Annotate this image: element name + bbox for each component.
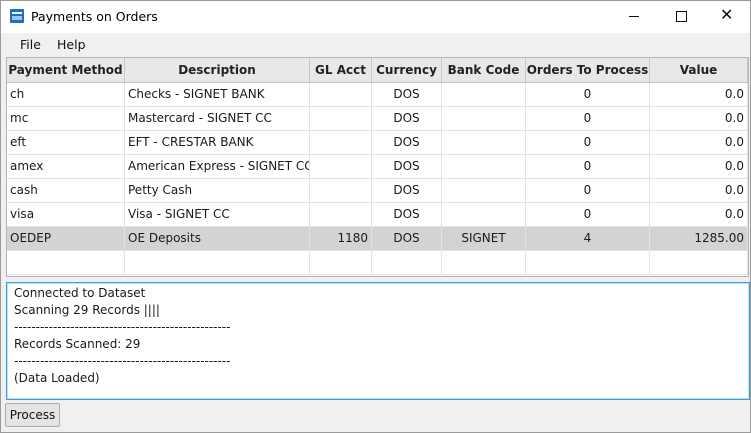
cell-orders-to-process: 0 xyxy=(526,107,650,130)
cell-currency: DOS xyxy=(372,107,442,130)
cell-payment-method: eft xyxy=(7,131,125,154)
table-row[interactable]: mc Mastercard - SIGNET CC DOS 0 0.0 xyxy=(7,107,748,131)
column-header-currency[interactable]: Currency xyxy=(372,58,442,82)
cell-currency: DOS xyxy=(372,155,442,178)
cell-currency: DOS xyxy=(372,179,442,202)
process-button[interactable]: Process xyxy=(5,403,60,427)
cell-gl-acct xyxy=(310,251,372,274)
cell-bank-code xyxy=(442,155,526,178)
cell-gl-acct xyxy=(310,83,372,106)
column-header-bank-code[interactable]: Bank Code xyxy=(442,58,526,82)
cell-description: Petty Cash xyxy=(125,179,310,202)
cell-value: 0.0 xyxy=(650,179,748,202)
cell-description: Visa - SIGNET CC xyxy=(125,203,310,226)
cell-value xyxy=(650,251,748,274)
cell-description: OE Deposits xyxy=(125,227,310,250)
cell-orders-to-process: 0 xyxy=(526,155,650,178)
cell-bank-code: SIGNET xyxy=(442,227,526,250)
cell-gl-acct xyxy=(310,155,372,178)
cell-payment-method: amex xyxy=(7,155,125,178)
cell-payment-method: OEDEP xyxy=(7,227,125,250)
cell-orders-to-process: 0 xyxy=(526,131,650,154)
log-line: ----------------------------------------… xyxy=(14,354,231,368)
cell-bank-code xyxy=(442,179,526,202)
window-title: Payments on Orders xyxy=(31,9,158,24)
cell-orders-to-process: 4 xyxy=(526,227,650,250)
log-line: (Data Loaded) xyxy=(14,371,100,385)
cell-orders-to-process: 0 xyxy=(526,83,650,106)
cell-bank-code xyxy=(442,107,526,130)
cell-gl-acct: 1180 xyxy=(310,227,372,250)
cell-bank-code xyxy=(442,203,526,226)
status-log[interactable]: Connected to Dataset Scanning 29 Records … xyxy=(6,282,750,400)
cell-currency: DOS xyxy=(372,131,442,154)
close-icon: ✕ xyxy=(720,5,734,24)
cell-currency xyxy=(372,251,442,274)
cell-bank-code xyxy=(442,251,526,274)
log-line: Connected to Dataset xyxy=(14,286,146,300)
menu-file[interactable]: File xyxy=(20,37,41,52)
cell-bank-code xyxy=(442,131,526,154)
column-header-value[interactable]: Value xyxy=(650,58,748,82)
cell-value: 0.0 xyxy=(650,203,748,226)
table-row[interactable] xyxy=(7,251,748,275)
cell-description: EFT - CRESTAR BANK xyxy=(125,131,310,154)
cell-payment-method: cash xyxy=(7,179,125,202)
table-row[interactable]: OEDEP OE Deposits 1180 DOS SIGNET 4 1285.00 xyxy=(7,227,748,251)
minimize-button[interactable] xyxy=(611,1,657,33)
cell-payment-method xyxy=(7,251,125,274)
payments-table: Payment Method Description GL Acct Curre… xyxy=(6,57,749,277)
maximize-icon xyxy=(676,11,687,22)
cell-description: Mastercard - SIGNET CC xyxy=(125,107,310,130)
cell-value: 1285.00 xyxy=(650,227,748,250)
title-bar: Payments on Orders ✕ xyxy=(1,1,750,33)
cell-payment-method: visa xyxy=(7,203,125,226)
table-row[interactable]: eft EFT - CRESTAR BANK DOS 0 0.0 xyxy=(7,131,748,155)
cell-description: Checks - SIGNET BANK xyxy=(125,83,310,106)
cell-bank-code xyxy=(442,83,526,106)
cell-orders-to-process xyxy=(526,251,650,274)
column-header-description[interactable]: Description xyxy=(125,58,310,82)
cell-orders-to-process: 0 xyxy=(526,179,650,202)
cell-currency: DOS xyxy=(372,83,442,106)
cell-gl-acct xyxy=(310,131,372,154)
cell-gl-acct xyxy=(310,107,372,130)
column-header-orders-to-process[interactable]: Orders To Process xyxy=(526,58,650,82)
cell-currency: DOS xyxy=(372,203,442,226)
table-header: Payment Method Description GL Acct Curre… xyxy=(7,58,748,83)
cell-orders-to-process: 0 xyxy=(526,203,650,226)
cell-description xyxy=(125,251,310,274)
menu-help[interactable]: Help xyxy=(57,37,86,52)
column-header-gl-acct[interactable]: GL Acct xyxy=(310,58,372,82)
cell-currency: DOS xyxy=(372,227,442,250)
column-header-payment-method[interactable]: Payment Method xyxy=(7,58,125,82)
log-line: Records Scanned: 29 xyxy=(14,337,141,351)
log-line: ----------------------------------------… xyxy=(14,320,231,334)
cell-value: 0.0 xyxy=(650,131,748,154)
log-line: Scanning 29 Records |||| xyxy=(14,303,160,317)
menu-bar: File Help xyxy=(1,33,750,55)
maximize-button[interactable] xyxy=(658,1,704,33)
cell-value: 0.0 xyxy=(650,107,748,130)
table-row[interactable]: amex American Express - SIGNET CC DOS 0 0.0 xyxy=(7,155,748,179)
payments-app-icon xyxy=(10,9,24,23)
minimize-icon xyxy=(629,16,639,17)
table-row[interactable]: visa Visa - SIGNET CC DOS 0 0.0 xyxy=(7,203,748,227)
app-window: Payments on Orders ✕ File Help Payment M… xyxy=(0,0,751,433)
cell-value: 0.0 xyxy=(650,83,748,106)
cell-description: American Express - SIGNET CC xyxy=(125,155,310,178)
cell-gl-acct xyxy=(310,179,372,202)
cell-payment-method: ch xyxy=(7,83,125,106)
table-row[interactable]: ch Checks - SIGNET BANK DOS 0 0.0 xyxy=(7,83,748,107)
close-button[interactable]: ✕ xyxy=(704,1,750,33)
table-row[interactable]: cash Petty Cash DOS 0 0.0 xyxy=(7,179,748,203)
cell-payment-method: mc xyxy=(7,107,125,130)
cell-gl-acct xyxy=(310,203,372,226)
cell-value: 0.0 xyxy=(650,155,748,178)
